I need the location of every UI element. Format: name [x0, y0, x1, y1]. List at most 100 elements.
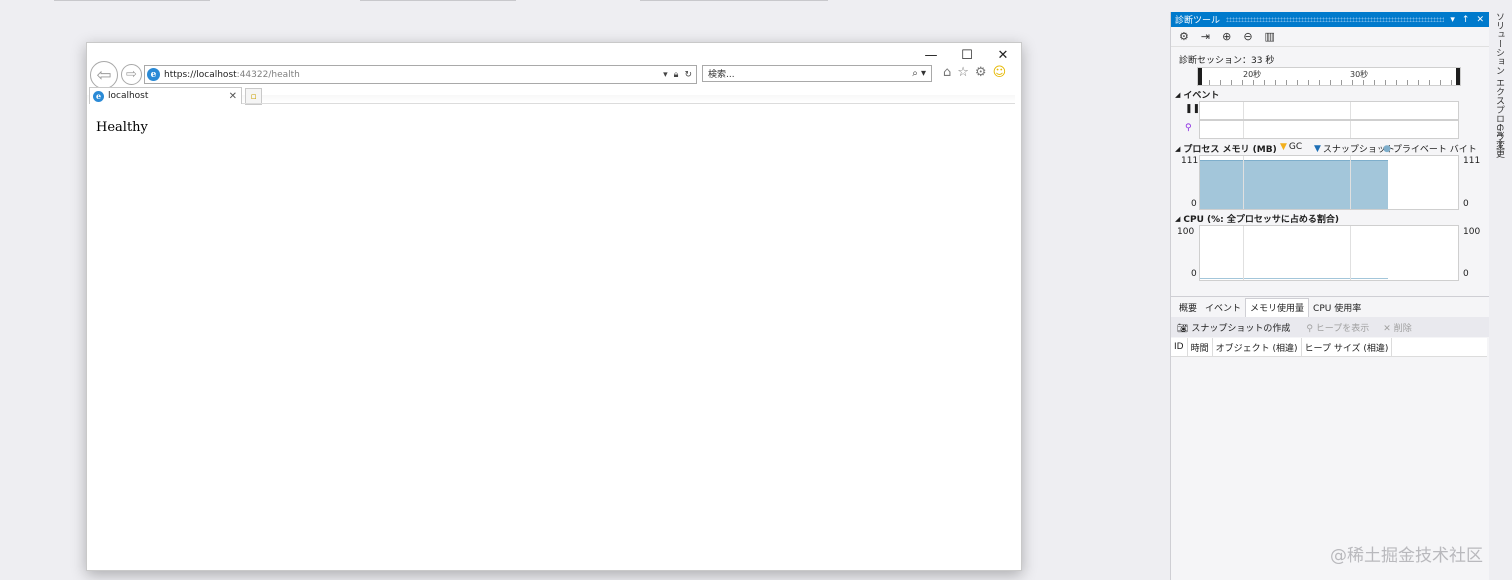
- timeline-start-handle[interactable]: [1198, 68, 1202, 85]
- search-input[interactable]: 検索... ⌕ ▾: [702, 65, 932, 82]
- ruler-ticks: [1198, 80, 1460, 85]
- tab-events[interactable]: イベント: [1201, 298, 1245, 316]
- events-track-breaks: [1199, 101, 1459, 120]
- tab-cpu-usage[interactable]: CPU 使用率: [1309, 298, 1365, 316]
- window-controls: — ☐ ✕: [913, 43, 1021, 67]
- events-track-diagnostic: [1199, 120, 1459, 139]
- collapse-triangle-icon: ◢: [1175, 214, 1181, 223]
- column-objects[interactable]: オブジェクト (相違): [1213, 338, 1302, 356]
- new-tab-icon: ▫: [250, 91, 257, 102]
- browser-tab[interactable]: e localhost ✕: [89, 87, 242, 104]
- take-snapshot-button[interactable]: 📷︎ スナップショットの作成: [1177, 321, 1290, 334]
- close-button[interactable]: ✕: [985, 43, 1021, 67]
- memory-axis-min-left: 0: [1191, 199, 1197, 209]
- minimize-button[interactable]: —: [913, 43, 949, 67]
- settings-gear-icon[interactable]: ⚙: [975, 65, 987, 80]
- lock-icon[interactable]: 🔒︎: [674, 70, 679, 80]
- chart-select-icon[interactable]: ▥: [1265, 30, 1275, 43]
- diag-toolbar: ⚙ ⇥ ⊕ ⊖ ▥: [1171, 27, 1489, 47]
- events-section-label: イベント: [1183, 91, 1220, 101]
- tab-summary[interactable]: 概要: [1175, 298, 1201, 316]
- grid-line: [1350, 102, 1351, 119]
- view-heap-label: ヒープを表示: [1315, 323, 1370, 334]
- cpu-section-label: CPU (%: 全プロセッサに占める割合): [1183, 215, 1340, 225]
- snapshot-toolbar: 📷︎ スナップショットの作成 ⚲ ヒープを表示 ✕ 削除: [1171, 317, 1489, 337]
- export-icon[interactable]: ⇥: [1201, 30, 1210, 43]
- panel-title: 診断ツール: [1175, 16, 1221, 26]
- forward-arrow-icon: ⇨: [126, 67, 137, 82]
- grid-line: [1350, 156, 1351, 209]
- cpu-axis-max-right: 100: [1463, 227, 1481, 237]
- ruler-label-30: 30秒: [1350, 70, 1369, 79]
- tab-strip: e localhost ✕ ▫: [87, 87, 1021, 105]
- favorites-star-icon[interactable]: ☆: [957, 65, 969, 80]
- gc-marker-icon: ▼: [1280, 142, 1287, 152]
- column-heap-size[interactable]: ヒープ サイズ (相違): [1302, 338, 1393, 356]
- view-heap-button[interactable]: ⚲ ヒープを表示: [1306, 321, 1369, 334]
- ie-logo-icon: e: [147, 68, 160, 81]
- grid-line: [1243, 226, 1244, 280]
- timeline-ruler[interactable]: 20秒 30秒: [1197, 67, 1461, 86]
- session-duration: 診断セッション：33 秒: [1179, 56, 1275, 66]
- maximize-button[interactable]: ☐: [949, 43, 985, 67]
- url-path: :44322/health: [236, 69, 300, 80]
- address-bar-actions: ▾ 🔒︎ ↻: [663, 70, 696, 80]
- address-bar[interactable]: e https://localhost:44322/health ▾ 🔒︎ ↻: [144, 65, 697, 84]
- cpu-chart[interactable]: [1199, 225, 1459, 281]
- private-bytes-marker-icon: ●: [1383, 143, 1391, 154]
- pin-icon[interactable]: ↑: [1462, 15, 1470, 25]
- settings-gear-icon[interactable]: ⚙: [1179, 30, 1189, 43]
- cpu-series-line: [1200, 278, 1388, 279]
- legend-gc: ▼ GC: [1280, 142, 1302, 152]
- zoom-in-icon[interactable]: ⊕: [1222, 30, 1231, 43]
- tab-underline: [242, 103, 1015, 104]
- collapse-triangle-icon: ◢: [1175, 144, 1181, 153]
- timeline-end-handle[interactable]: [1456, 68, 1460, 85]
- memory-section-label: プロセス メモリ (MB): [1183, 145, 1277, 155]
- search-placeholder: 検索...: [708, 70, 735, 80]
- diagnostic-tools-panel: 診断ツール ▾ ↑ ✕ ⚙ ⇥ ⊕ ⊖ ▥ 診断セッション：33 秒 20秒 3…: [1170, 12, 1489, 580]
- cpu-section-header[interactable]: ◢ CPU (%: 全プロセッサに占める割合): [1175, 212, 1340, 226]
- page-content-text: Healthy: [96, 120, 148, 135]
- snapshot-table-header: ID 時間 オブジェクト (相違) ヒープ サイズ (相違): [1171, 338, 1487, 357]
- delete-x-icon: ✕: [1383, 323, 1391, 334]
- grid-line: [1350, 121, 1351, 138]
- git-changes-tab[interactable]: Git 変更: [1493, 124, 1506, 158]
- grid-line: [1243, 102, 1244, 119]
- cpu-axis-max-left: 100: [1177, 227, 1195, 237]
- take-snapshot-label: スナップショットの作成: [1191, 323, 1291, 334]
- cpu-axis-min-left: 0: [1191, 269, 1197, 279]
- search-icon[interactable]: ⌕ ▾: [912, 68, 931, 79]
- column-time[interactable]: 時間: [1188, 338, 1213, 356]
- watermark: @稀土掘金技术社区: [1330, 546, 1483, 566]
- panel-menu-icon[interactable]: ▾: [1450, 15, 1455, 25]
- grid-line: [1243, 121, 1244, 138]
- bg-line: [640, 0, 828, 1]
- panel-close-icon[interactable]: ✕: [1476, 15, 1484, 25]
- zoom-out-icon[interactable]: ⊖: [1243, 30, 1252, 43]
- column-id[interactable]: ID: [1171, 338, 1188, 356]
- tab-label: localhost: [108, 91, 149, 101]
- forward-button[interactable]: ⇨: [121, 64, 142, 85]
- refresh-icon[interactable]: ↻: [684, 70, 692, 80]
- tab-favicon-icon: e: [93, 90, 104, 102]
- title-grip[interactable]: [1226, 17, 1445, 22]
- grid-line: [1350, 226, 1351, 280]
- feedback-smiley-icon[interactable]: ☺: [993, 65, 1007, 80]
- tab-close-icon[interactable]: ✕: [229, 91, 237, 102]
- events-section-header[interactable]: ◢ イベント: [1175, 88, 1220, 102]
- dropdown-icon[interactable]: ▾: [663, 70, 668, 80]
- tab-memory-usage[interactable]: メモリ使用量: [1245, 297, 1310, 317]
- delete-snapshot-button[interactable]: ✕ 削除: [1383, 321, 1411, 334]
- diag-tabs: 概要 イベント メモリ使用量 CPU 使用率: [1171, 296, 1489, 317]
- memory-chart[interactable]: [1199, 155, 1459, 210]
- home-icon[interactable]: ⌂: [943, 65, 951, 80]
- pause-icon: ❚❚: [1185, 104, 1201, 114]
- back-button[interactable]: ⇦: [90, 61, 118, 89]
- intellitrace-event-icon: ⚲: [1185, 123, 1192, 133]
- memory-section-header[interactable]: ◢ プロセス メモリ (MB): [1175, 142, 1277, 156]
- browser-window: — ☐ ✕ ⇦ ⇨ e https://localhost:44322/heal…: [86, 42, 1022, 571]
- memory-axis-max-right: 111: [1463, 156, 1481, 166]
- bg-line: [360, 0, 516, 1]
- panel-title-bar: 診断ツール ▾ ↑ ✕: [1171, 12, 1489, 27]
